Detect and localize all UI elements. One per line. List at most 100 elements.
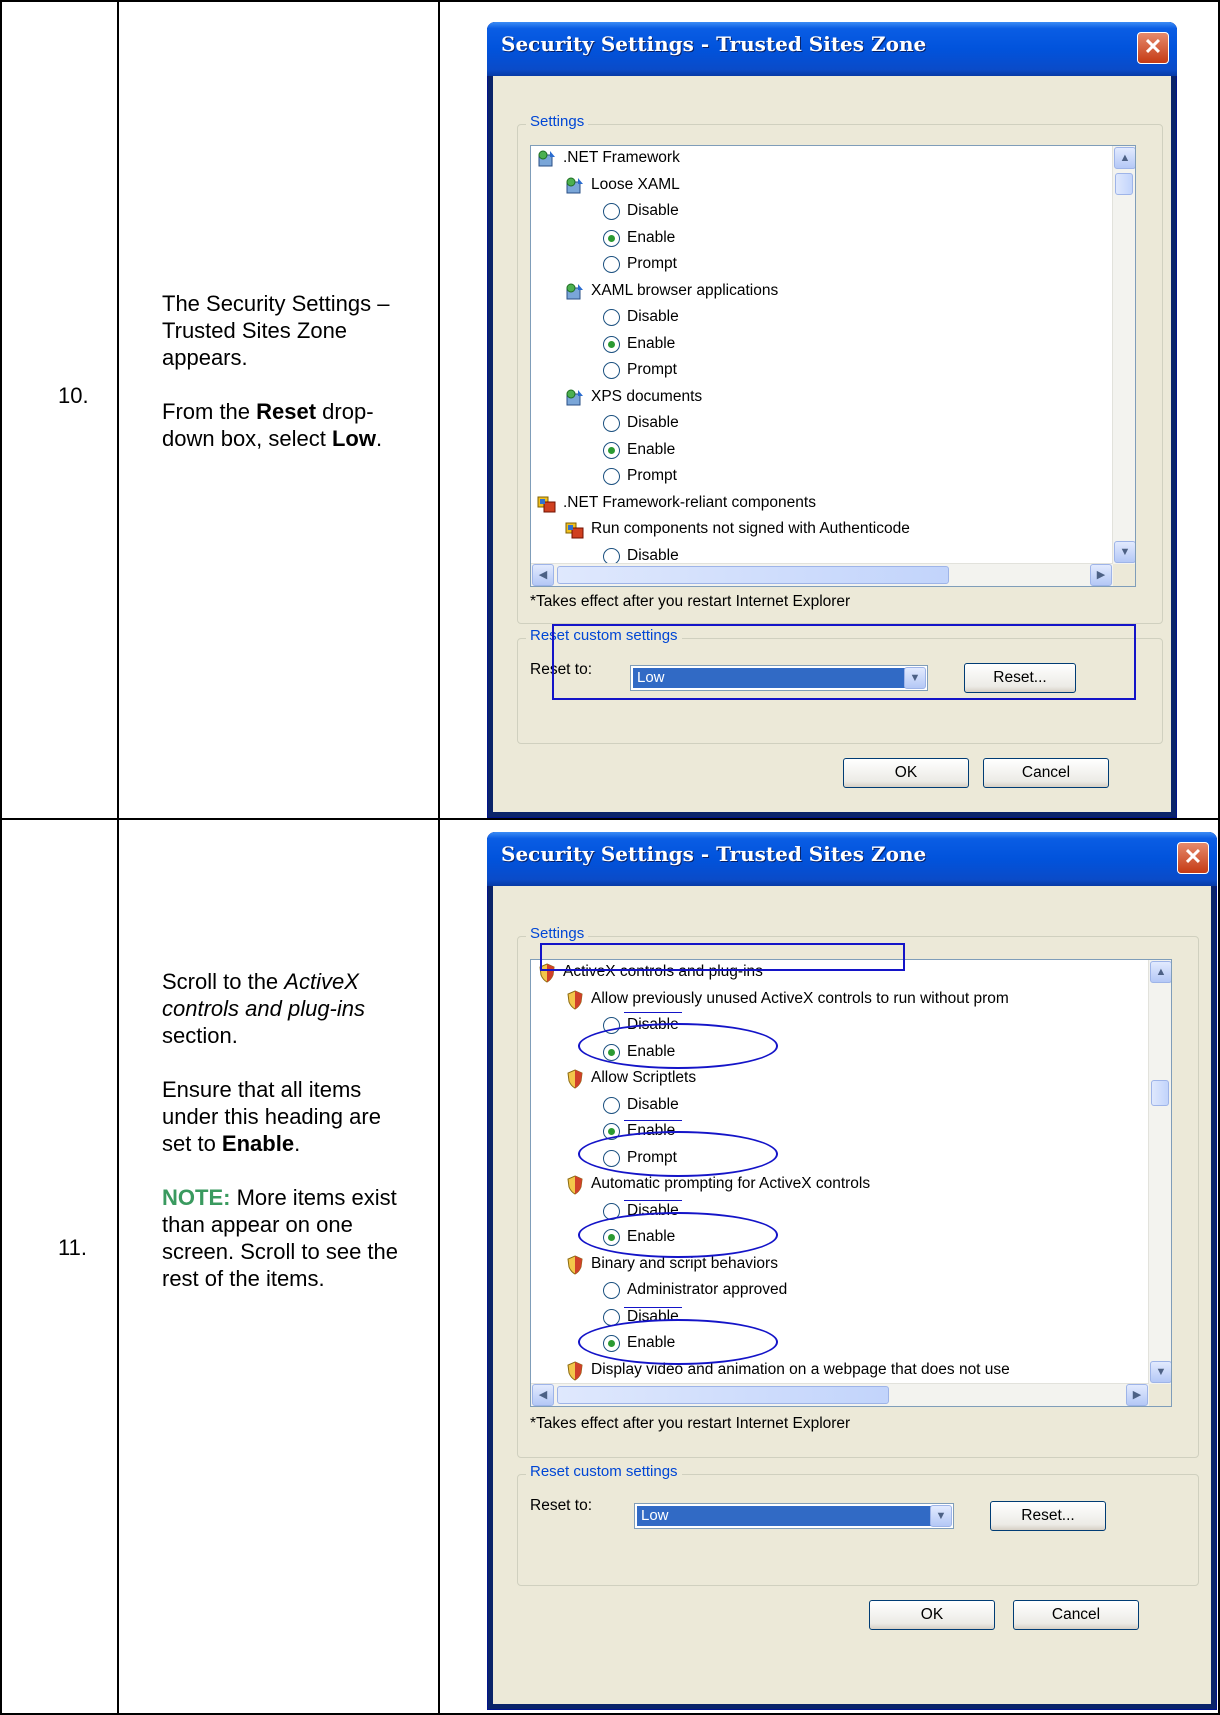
radio-button[interactable] bbox=[603, 468, 620, 485]
horizontal-scroll-thumb[interactable] bbox=[557, 566, 949, 584]
scroll-thumb[interactable] bbox=[1151, 1080, 1169, 1106]
tree-item: Run components not signed with Authentic… bbox=[537, 517, 1111, 544]
tree-category: .NET Framework bbox=[537, 146, 1111, 173]
scroll-thumb[interactable] bbox=[1115, 173, 1133, 195]
table-row-divider bbox=[0, 818, 1220, 820]
radio-button[interactable] bbox=[603, 256, 620, 273]
option-label: Prompt bbox=[627, 467, 677, 484]
item-label: Run components not signed with Authentic… bbox=[591, 520, 910, 537]
radio-button[interactable] bbox=[603, 309, 620, 326]
close-button[interactable]: ✕ bbox=[1137, 32, 1169, 64]
reset-group: Reset custom settings Reset to: Low ▼ Re… bbox=[517, 1463, 1199, 1586]
scroll-left-button[interactable]: ◀ bbox=[532, 1384, 554, 1406]
option-label: Prompt bbox=[627, 361, 677, 378]
option-label: Prompt bbox=[627, 255, 677, 272]
tree-category: .NET Framework-reliant components bbox=[537, 491, 1111, 518]
chevron-left-icon: ◀ bbox=[538, 1389, 548, 1401]
scroll-right-button[interactable]: ▶ bbox=[1090, 564, 1112, 586]
reset-level-select[interactable]: Low ▼ bbox=[634, 1503, 954, 1529]
chevron-up-icon: ▲ bbox=[1119, 152, 1131, 164]
scroll-down-button[interactable]: ▼ bbox=[1114, 541, 1135, 563]
horizontal-scrollbar[interactable]: ◀ ▶ bbox=[531, 1383, 1149, 1406]
scroll-up-button[interactable]: ▲ bbox=[1114, 147, 1135, 169]
scroll-left-button[interactable]: ◀ bbox=[532, 564, 554, 586]
tree-item: Binary and script behaviors bbox=[537, 1252, 1147, 1279]
close-icon: ✕ bbox=[1143, 34, 1163, 59]
radio-button[interactable] bbox=[603, 229, 620, 247]
radio-button[interactable] bbox=[603, 335, 620, 353]
category-label: .NET Framework-reliant components bbox=[563, 493, 816, 511]
strike-disable bbox=[624, 1307, 682, 1308]
tree-option[interactable]: Enable bbox=[537, 226, 1111, 253]
vertical-scrollbar[interactable]: ▲ ▼ bbox=[1112, 146, 1135, 564]
shield-icon bbox=[565, 1254, 585, 1275]
tree-option[interactable]: Prompt bbox=[537, 252, 1111, 279]
dialog-title: Security Settings - Trusted Sites Zone bbox=[501, 842, 927, 866]
tree-option[interactable]: Disable bbox=[537, 411, 1111, 438]
tree-item: XAML browser applications bbox=[537, 279, 1111, 306]
reset-level-value: Low bbox=[637, 1506, 931, 1526]
tree-option[interactable]: Disable bbox=[537, 1093, 1147, 1120]
highlight-enable-ellipse bbox=[578, 1131, 778, 1177]
reset-button[interactable]: Reset... bbox=[990, 1501, 1106, 1531]
table-column-divider-2 bbox=[438, 0, 440, 1715]
vertical-scrollbar[interactable]: ▲ ▼ bbox=[1148, 960, 1171, 1384]
tree-option[interactable]: Enable bbox=[537, 332, 1111, 359]
ok-button[interactable]: OK bbox=[869, 1600, 995, 1630]
strike-disable bbox=[624, 1200, 682, 1201]
shield-icon bbox=[565, 989, 585, 1010]
radio-button[interactable] bbox=[603, 203, 620, 220]
option-label: Disable bbox=[627, 414, 679, 431]
item-label: XPS documents bbox=[591, 387, 703, 405]
item-label: Loose XAML bbox=[591, 175, 680, 193]
radio-button[interactable] bbox=[603, 1096, 620, 1114]
dialog-title: Security Settings - Trusted Sites Zone bbox=[501, 32, 927, 56]
scrollbar-corner bbox=[1113, 564, 1135, 586]
tree-option[interactable]: Disable bbox=[537, 305, 1111, 332]
chevron-left-icon: ◀ bbox=[538, 569, 548, 581]
tree-option[interactable]: Enable bbox=[537, 438, 1111, 465]
restart-note: *Takes effect after you restart Internet… bbox=[530, 593, 851, 610]
radio-button[interactable] bbox=[603, 1282, 620, 1299]
chevron-down-icon[interactable]: ▼ bbox=[930, 1505, 952, 1527]
dotnet-icon bbox=[565, 282, 585, 302]
note-text: NOTE: More items exist than appear on on… bbox=[162, 1185, 399, 1291]
chevron-down-icon: ▼ bbox=[1155, 1366, 1167, 1378]
tree-option[interactable]: Prompt bbox=[537, 464, 1111, 491]
settings-group-label: Settings bbox=[526, 925, 589, 942]
reset-to-label: Reset to: bbox=[530, 1497, 593, 1514]
option-label: Enable bbox=[627, 440, 676, 458]
radio-button[interactable] bbox=[603, 415, 620, 432]
settings-tree-rows: .NET Framework Loose XAML Disable Enable Pro… bbox=[537, 146, 1111, 570]
dialog-titlebar: Security Settings - Trusted Sites Zone ✕ bbox=[487, 22, 1177, 76]
horizontal-scrollbar[interactable]: ◀ ▶ bbox=[531, 563, 1113, 586]
cancel-button[interactable]: Cancel bbox=[983, 758, 1109, 788]
dotnet-icon bbox=[565, 176, 585, 196]
ok-button[interactable]: OK bbox=[843, 758, 969, 788]
radio-button[interactable] bbox=[603, 441, 620, 459]
tree-option[interactable]: Prompt bbox=[537, 358, 1111, 385]
highlight-enable-ellipse bbox=[578, 1319, 778, 1365]
option-label: Administrator approved bbox=[627, 1281, 788, 1298]
strike-disable bbox=[624, 1120, 682, 1121]
settings-tree[interactable]: .NET Framework Loose XAML Disable Enable Pro… bbox=[530, 145, 1136, 587]
tree-option[interactable]: Disable bbox=[537, 199, 1111, 226]
dialog-client: Settings .NET Framework Loose XAML Disable… bbox=[493, 76, 1171, 812]
shield-icon bbox=[565, 1360, 585, 1381]
reset-group-label: Reset custom settings bbox=[526, 1463, 682, 1480]
option-label: Disable bbox=[627, 546, 679, 564]
scroll-down-button[interactable]: ▼ bbox=[1150, 1361, 1171, 1383]
item-label: Allow Scriptlets bbox=[591, 1069, 697, 1086]
radio-button[interactable] bbox=[603, 547, 620, 565]
restart-note: *Takes effect after you restart Internet… bbox=[530, 1415, 851, 1432]
option-label: Disable bbox=[627, 1095, 679, 1113]
scroll-right-button[interactable]: ▶ bbox=[1126, 1384, 1148, 1406]
tree-item: Loose XAML bbox=[537, 173, 1111, 200]
scroll-up-button[interactable]: ▲ bbox=[1150, 961, 1171, 983]
close-button[interactable]: ✕ bbox=[1177, 842, 1209, 874]
cancel-button[interactable]: Cancel bbox=[1013, 1600, 1139, 1630]
radio-button[interactable] bbox=[603, 362, 620, 379]
chevron-right-icon: ▶ bbox=[1132, 1389, 1142, 1401]
horizontal-scroll-thumb[interactable] bbox=[557, 1386, 889, 1404]
tree-option[interactable]: Administrator approved bbox=[537, 1278, 1147, 1305]
